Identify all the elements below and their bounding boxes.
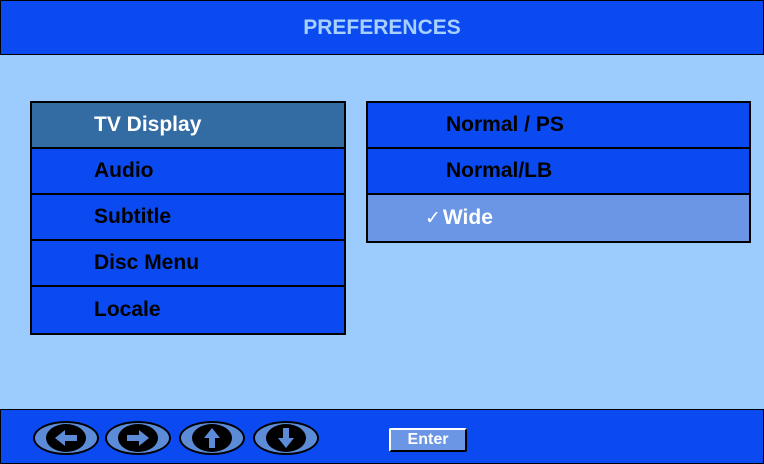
arrow-up-icon (204, 428, 220, 448)
nav-down-button[interactable] (253, 421, 319, 455)
arrow-right-icon (127, 430, 149, 446)
category-disc-menu[interactable]: Disc Menu (32, 241, 344, 287)
header-bar: PREFERENCES (0, 0, 764, 55)
footer-bar: Enter (0, 409, 764, 464)
category-tv-display[interactable]: TV Display (32, 103, 344, 149)
option-label: Normal / PS (446, 113, 564, 136)
arrow-left-icon (55, 430, 77, 446)
arrow-down-icon (278, 428, 294, 448)
enter-button[interactable]: Enter (389, 428, 467, 452)
category-label: TV Display (94, 113, 202, 136)
category-label: Subtitle (94, 205, 171, 228)
nav-up-button[interactable] (179, 421, 245, 455)
category-label: Disc Menu (94, 251, 200, 274)
category-label: Audio (94, 159, 154, 182)
category-audio[interactable]: Audio (32, 149, 344, 195)
category-subtitle[interactable]: Subtitle (32, 195, 344, 241)
nav-left-button[interactable] (33, 421, 99, 455)
category-menu: TV Display Audio Subtitle Disc Menu Loca… (30, 101, 346, 335)
page-title: PREFERENCES (303, 15, 461, 39)
option-label: Normal/LB (446, 159, 553, 182)
checkmark-icon: ✓ (425, 207, 441, 229)
option-label: Wide (442, 206, 493, 229)
nav-right-button[interactable] (105, 421, 171, 455)
option-normal-lb[interactable]: Normal/LB (368, 149, 749, 195)
option-wide[interactable]: ✓ Wide (368, 195, 749, 241)
enter-label: Enter (407, 431, 449, 448)
option-normal-ps[interactable]: Normal / PS (368, 103, 749, 149)
category-locale[interactable]: Locale (32, 287, 344, 333)
category-label: Locale (94, 298, 161, 321)
option-menu: Normal / PS Normal/LB ✓ Wide (366, 101, 751, 243)
